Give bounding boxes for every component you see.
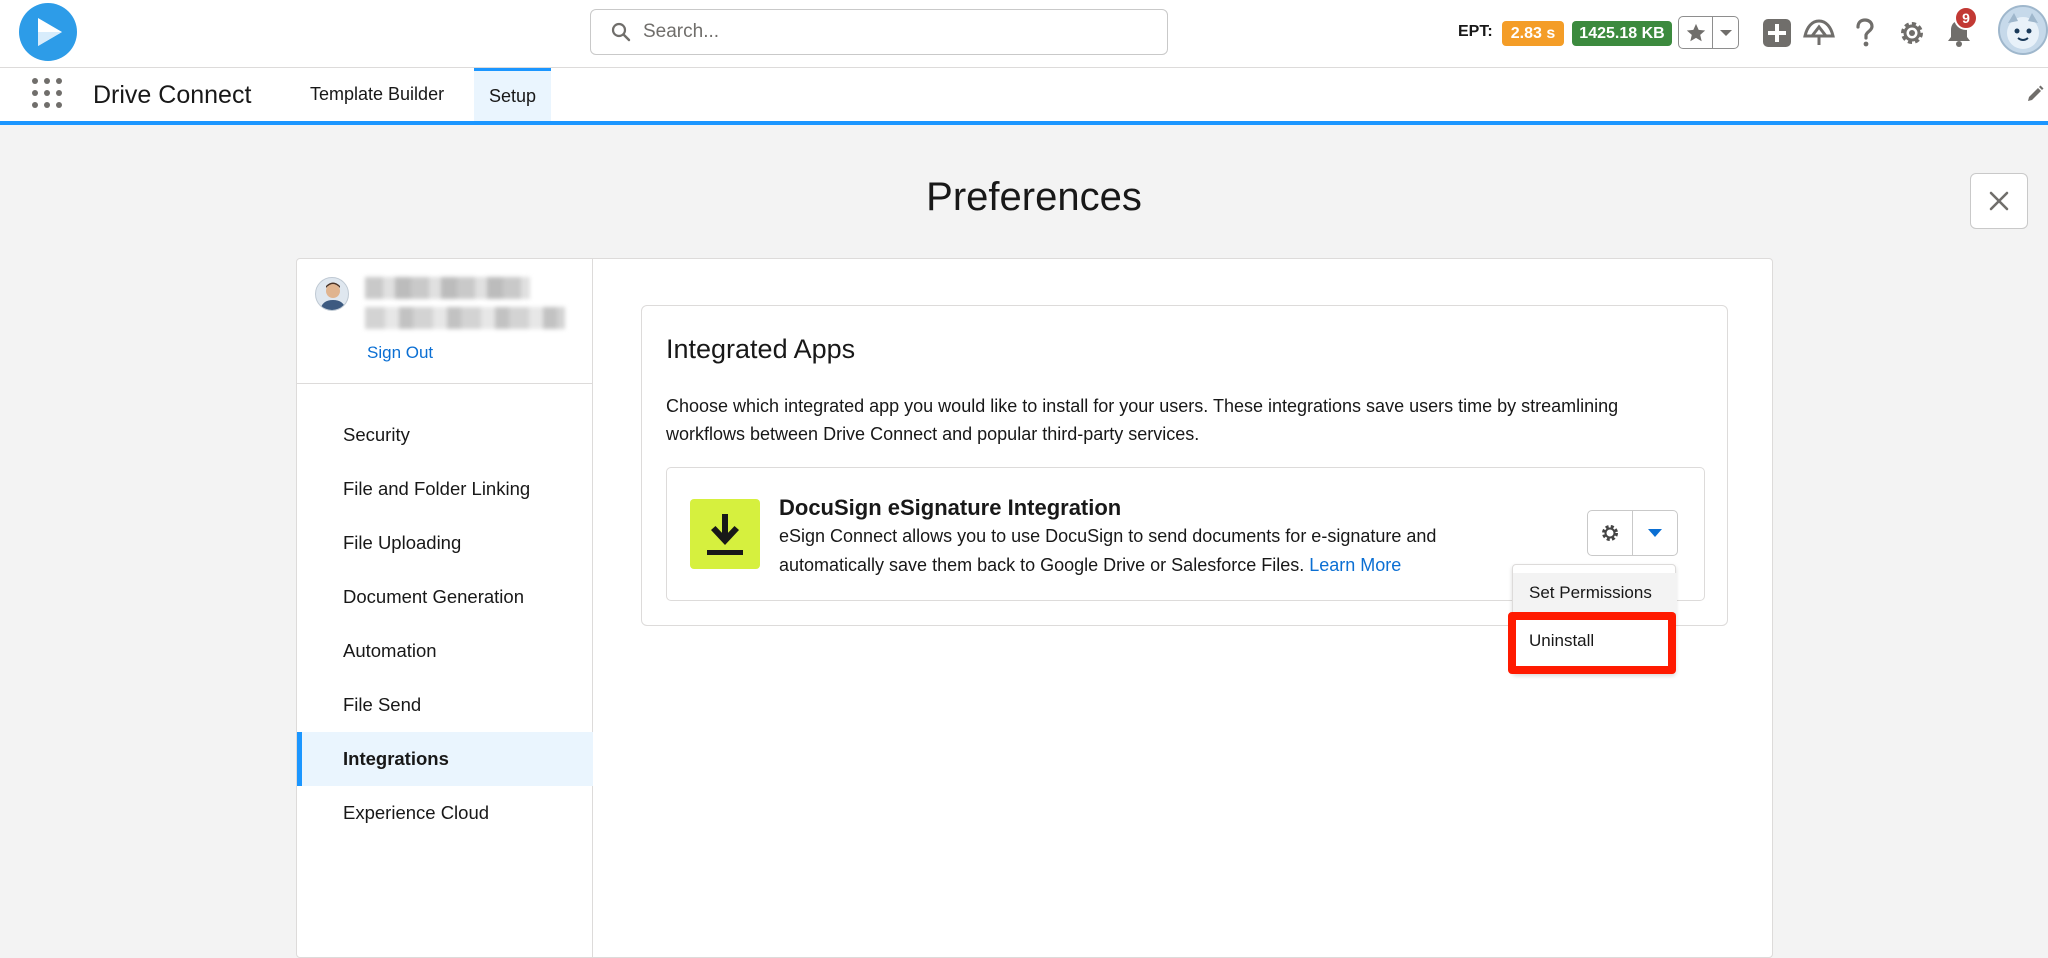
app-launcher-dot	[56, 90, 62, 96]
user-profile-avatar[interactable]	[1998, 5, 2048, 55]
astro-avatar-icon	[2007, 13, 2039, 49]
sidebar-item-security[interactable]: Security	[297, 408, 593, 462]
edit-nav-button[interactable]	[2025, 84, 2045, 109]
app-launcher-dot	[32, 102, 38, 108]
download-icon	[707, 514, 743, 555]
app-launcher-dot	[56, 102, 62, 108]
user-info: Sign Out	[297, 259, 593, 384]
global-header: EPT: 2.83 s 1425.18 KB	[0, 0, 2048, 68]
gear-icon	[1602, 525, 1618, 541]
sidebar-item-file-uploading[interactable]: File Uploading	[297, 516, 593, 570]
app-launcher-dot	[44, 102, 50, 108]
learn-more-link[interactable]: Learn More	[1309, 555, 1401, 575]
search-input[interactable]	[643, 21, 1123, 43]
trailhead-icon	[1803, 19, 1835, 45]
add-icon	[1763, 19, 1791, 47]
global-search[interactable]	[590, 9, 1168, 55]
ept-size-badge: 1425.18 KB	[1572, 21, 1672, 46]
sidebar-item-document-generation[interactable]: Document Generation	[297, 570, 593, 624]
app-logo[interactable]	[19, 3, 77, 61]
setup-button[interactable]	[1895, 16, 1929, 50]
tab-setup[interactable]: Setup	[474, 68, 552, 121]
app-launcher-dot	[56, 78, 62, 84]
search-icon	[611, 22, 631, 42]
integration-settings-button[interactable]	[1588, 511, 1633, 555]
redacted-user-email	[365, 307, 565, 329]
page-title: Preferences	[926, 175, 1142, 219]
sidebar-item-file-send[interactable]: File Send	[297, 678, 593, 732]
app-launcher-dot	[32, 78, 38, 84]
global-actions-button[interactable]	[1760, 16, 1794, 50]
uninstall-highlight	[1508, 612, 1676, 674]
integration-actions	[1587, 510, 1678, 556]
close-icon	[1989, 191, 2009, 211]
favorites-button-group	[1678, 16, 1739, 49]
star-icon	[1686, 23, 1705, 41]
person-avatar-icon	[320, 282, 346, 310]
help-button[interactable]	[1848, 16, 1882, 50]
sidebar-item-file-folder-linking[interactable]: File and Folder Linking	[297, 462, 593, 516]
gear-icon	[1901, 22, 1923, 44]
play-logo-icon	[38, 18, 62, 46]
app-name: Drive Connect	[93, 81, 252, 109]
app-navigation-bar: Drive Connect Template Builder Setup	[0, 68, 2048, 125]
question-icon	[1856, 18, 1874, 47]
integration-menu-button[interactable]	[1633, 511, 1677, 555]
notification-count-badge: 9	[1954, 6, 1978, 30]
user-avatar	[315, 277, 349, 311]
caret-down-icon	[1648, 529, 1662, 537]
sidebar-item-integrations[interactable]: Integrations	[297, 732, 593, 786]
tab-template-builder[interactable]: Template Builder	[295, 68, 459, 121]
sign-out-link[interactable]: Sign Out	[367, 343, 433, 363]
favorites-list-button[interactable]	[1713, 17, 1738, 48]
chevron-down-icon	[1719, 29, 1732, 36]
trailhead-button[interactable]	[1802, 16, 1836, 50]
section-description: Choose which integrated app you would li…	[666, 396, 1619, 444]
app-launcher-dot	[44, 78, 50, 84]
menu-item-set-permissions[interactable]: Set Permissions	[1513, 573, 1677, 613]
integration-name: DocuSign eSignature Integration	[779, 495, 1122, 520]
app-launcher-dot	[44, 90, 50, 96]
ept-label: EPT:	[1458, 23, 1493, 40]
preferences-sidebar: Sign Out Security File and Folder Linkin…	[297, 259, 593, 958]
app-launcher-dot	[32, 90, 38, 96]
sidebar-item-automation[interactable]: Automation	[297, 624, 593, 678]
ept-time-badge: 2.83 s	[1502, 21, 1564, 46]
pencil-icon	[2028, 85, 2044, 101]
app-launcher-button[interactable]	[32, 78, 62, 108]
app-icon	[690, 499, 760, 569]
section-title: Integrated Apps	[666, 334, 856, 364]
integration-description: eSign Connect allows you to use DocuSign…	[779, 522, 1539, 580]
sidebar-item-experience-cloud[interactable]: Experience Cloud	[297, 786, 593, 840]
close-button[interactable]	[1970, 173, 2028, 229]
redacted-user-name	[365, 277, 530, 299]
favorite-button[interactable]	[1679, 17, 1713, 48]
